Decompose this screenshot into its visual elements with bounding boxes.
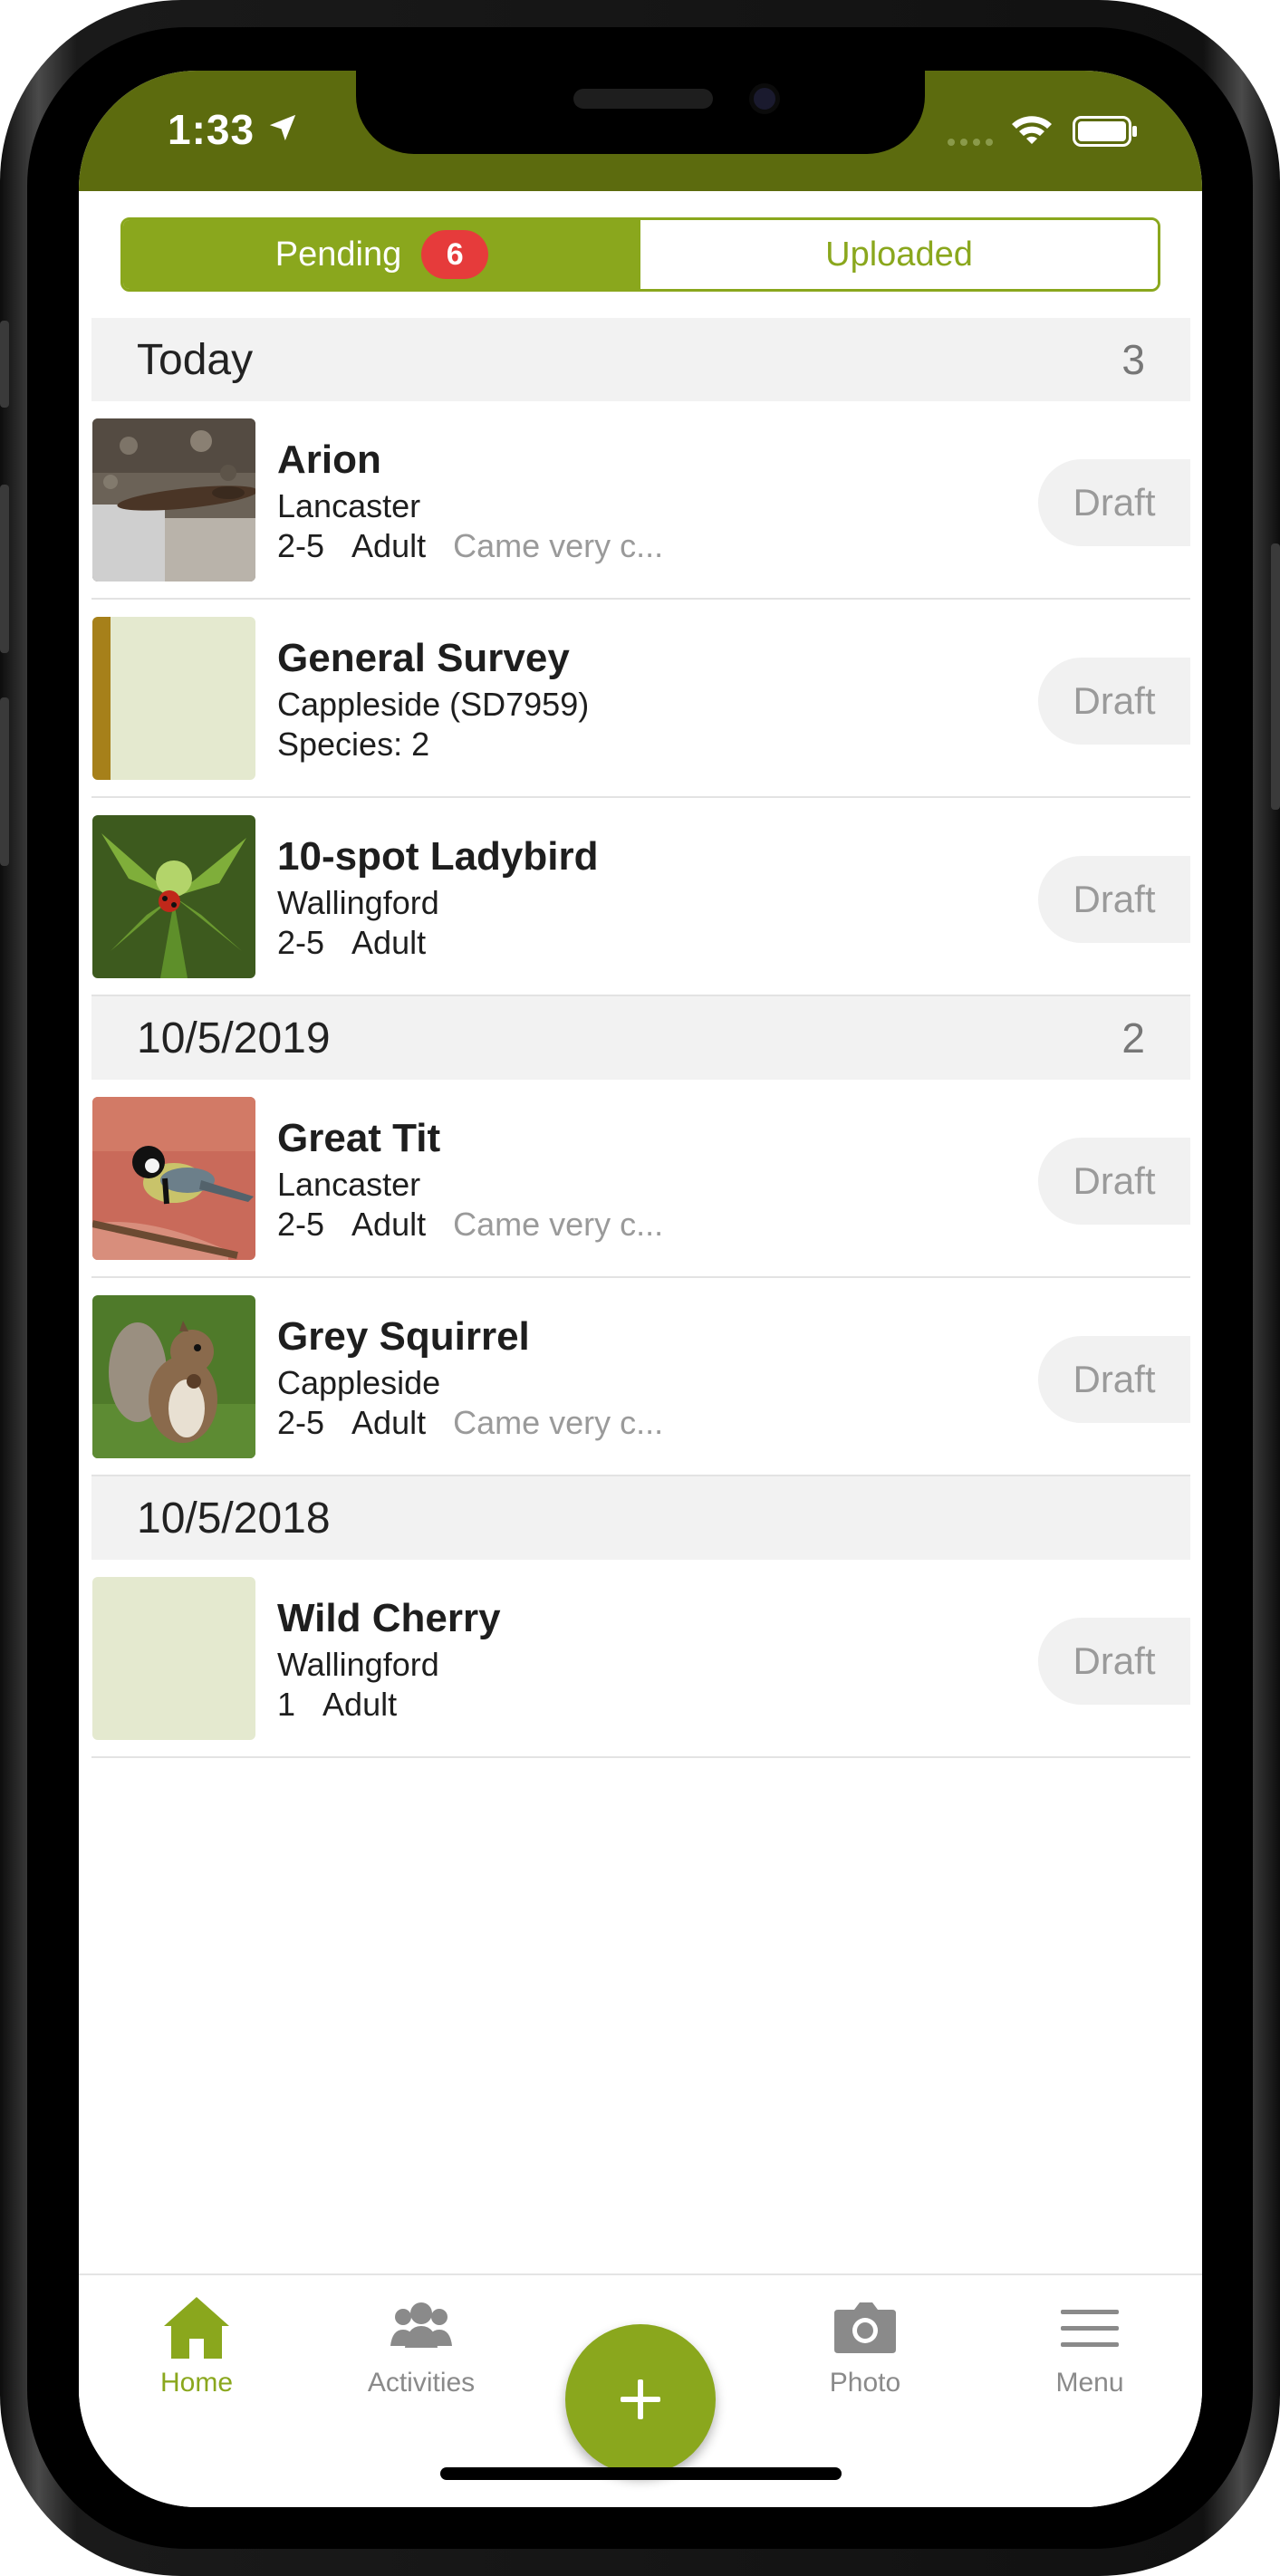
record-location: Cappleside (SD7959) bbox=[277, 686, 590, 723]
draft-status-button[interactable]: Draft bbox=[1038, 856, 1190, 943]
battery-icon bbox=[1073, 116, 1137, 147]
draft-status-button[interactable]: Draft bbox=[1038, 459, 1190, 546]
record-stage: Adult bbox=[351, 527, 427, 564]
tab-home[interactable]: Home bbox=[106, 2295, 287, 2398]
tab-activities[interactable]: Activities bbox=[331, 2295, 512, 2398]
record-number: 2-5 bbox=[277, 1206, 325, 1243]
record-species-count: Species: 2 bbox=[277, 726, 430, 763]
date-header-label: Today bbox=[137, 335, 254, 384]
uploaded-label: Uploaded bbox=[825, 235, 973, 274]
tab-home-label: Home bbox=[159, 2368, 234, 2398]
notch bbox=[356, 71, 925, 154]
record-photo bbox=[92, 1097, 255, 1260]
date-header: 10/5/2019 2 bbox=[91, 996, 1190, 1080]
volume-up-button bbox=[0, 485, 9, 653]
speaker bbox=[573, 89, 713, 109]
record-details: 2-5 Adult Came very c... bbox=[277, 526, 690, 566]
cellular-signal-icon bbox=[948, 139, 993, 146]
record-details: Species: 2 bbox=[277, 725, 589, 764]
record-comment: Came very c... bbox=[453, 527, 664, 564]
record-row-wild-cherry[interactable]: Wild Cherry Wallingford 1 Adult Draft bbox=[91, 1560, 1190, 1758]
date-header-count: 3 bbox=[1121, 336, 1145, 383]
record-number: 2-5 bbox=[277, 924, 325, 961]
draft-status-button[interactable]: Draft bbox=[1038, 658, 1190, 745]
records-list: Today 3 Arion Lancaster 2-5 Adult Came v… bbox=[91, 318, 1190, 1758]
pending-label: Pending bbox=[274, 235, 402, 274]
tab-pending[interactable]: Pending 6 bbox=[123, 220, 640, 289]
record-details: 2-5 Adult Came very c... bbox=[277, 1205, 690, 1245]
record-row-grey-squirrel[interactable]: Grey Squirrel Cappleside 2-5 Adult Came ve… bbox=[91, 1278, 1190, 1476]
record-details: 1 Adult bbox=[277, 1685, 501, 1725]
home-indicator bbox=[440, 2467, 842, 2480]
record-number: 2-5 bbox=[277, 527, 325, 564]
date-header: Today 3 bbox=[91, 318, 1190, 401]
front-camera bbox=[749, 83, 780, 114]
record-photo bbox=[92, 815, 255, 978]
record-location: Cappleside bbox=[277, 1364, 441, 1401]
add-record-button[interactable] bbox=[565, 2324, 716, 2475]
record-placeholder bbox=[92, 1577, 255, 1740]
record-photo bbox=[92, 1295, 255, 1458]
home-icon bbox=[164, 2297, 229, 2359]
location-arrow-icon bbox=[269, 114, 296, 141]
record-details: 2-5 Adult bbox=[277, 923, 599, 963]
record-title: 10-spot Ladybird bbox=[277, 834, 599, 879]
record-row-general-survey[interactable]: General Survey Cappleside (SD7959) Speci… bbox=[91, 600, 1190, 798]
record-title: General Survey bbox=[277, 636, 570, 680]
record-number: 2-5 bbox=[277, 1404, 325, 1441]
record-photo bbox=[92, 418, 255, 582]
record-row-great-tit[interactable]: Great Tit Lancaster 2-5 Adult Came very c.… bbox=[91, 1080, 1190, 1278]
record-details: 2-5 Adult Came very c... bbox=[277, 1403, 690, 1443]
hamburger-menu-icon bbox=[1061, 2310, 1119, 2347]
record-stage: Adult bbox=[351, 924, 427, 961]
tab-activities-label: Activities bbox=[367, 2368, 476, 2398]
record-info: Arion Lancaster 2-5 Adult Came very c... bbox=[277, 437, 690, 566]
tab-menu-label: Menu bbox=[1055, 2368, 1124, 2398]
survey-placeholder bbox=[92, 617, 255, 780]
record-info: Wild Cherry Wallingford 1 Adult bbox=[277, 1596, 501, 1725]
wifi-icon bbox=[1012, 116, 1052, 144]
status-time: 1:33 bbox=[168, 106, 255, 153]
record-location: Wallingford bbox=[277, 1646, 439, 1683]
record-info: 10-spot Ladybird Wallingford 2-5 Adult bbox=[277, 834, 599, 963]
mute-switch bbox=[0, 321, 9, 408]
record-title: Grey Squirrel bbox=[277, 1314, 530, 1359]
record-stage: Adult bbox=[351, 1404, 427, 1441]
draft-status-button[interactable]: Draft bbox=[1038, 1138, 1190, 1225]
record-info: Great Tit Lancaster 2-5 Adult Came very c.… bbox=[277, 1116, 690, 1245]
volume-down-button bbox=[0, 697, 9, 866]
date-header: 10/5/2018 bbox=[91, 1476, 1190, 1560]
record-info: Grey Squirrel Cappleside 2-5 Adult Came ve… bbox=[277, 1314, 690, 1443]
date-header-label: 10/5/2018 bbox=[137, 1494, 331, 1543]
tab-uploaded[interactable]: Uploaded bbox=[640, 220, 1158, 289]
plus-icon bbox=[621, 2379, 660, 2419]
record-location: Lancaster bbox=[277, 1166, 421, 1203]
draft-status-button[interactable]: Draft bbox=[1038, 1336, 1190, 1423]
draft-status-button[interactable]: Draft bbox=[1038, 1618, 1190, 1705]
app-screen: 1:33 Pending 6 Uploaded Today 3 Arion La… bbox=[79, 71, 1202, 2507]
record-title: Arion bbox=[277, 437, 381, 482]
activities-icon bbox=[390, 2302, 452, 2348]
record-number: 1 bbox=[277, 1686, 296, 1723]
record-title: Great Tit bbox=[277, 1116, 441, 1160]
tab-photo[interactable]: Photo bbox=[775, 2295, 956, 2398]
power-button bbox=[1271, 543, 1280, 810]
date-header-label: 10/5/2019 bbox=[137, 1014, 331, 1062]
record-title: Wild Cherry bbox=[277, 1596, 501, 1640]
record-location: Wallingford bbox=[277, 884, 439, 921]
record-info: General Survey Cappleside (SD7959) Speci… bbox=[277, 636, 589, 764]
record-comment: Came very c... bbox=[453, 1404, 664, 1441]
pending-count-badge: 6 bbox=[421, 230, 489, 279]
record-comment: Came very c... bbox=[453, 1206, 664, 1243]
record-stage: Adult bbox=[351, 1206, 427, 1243]
record-location: Lancaster bbox=[277, 487, 421, 524]
camera-icon bbox=[834, 2302, 896, 2353]
record-row-arion[interactable]: Arion Lancaster 2-5 Adult Came very c... D… bbox=[91, 401, 1190, 600]
date-header-count: 2 bbox=[1121, 1014, 1145, 1062]
record-row-10-spot-ladybird[interactable]: 10-spot Ladybird Wallingford 2-5 Adult Dr… bbox=[91, 798, 1190, 996]
records-segment-control: Pending 6 Uploaded bbox=[120, 217, 1160, 292]
tab-menu[interactable]: Menu bbox=[999, 2295, 1180, 2398]
tab-photo-label: Photo bbox=[829, 2368, 901, 2398]
record-stage: Adult bbox=[322, 1686, 398, 1723]
